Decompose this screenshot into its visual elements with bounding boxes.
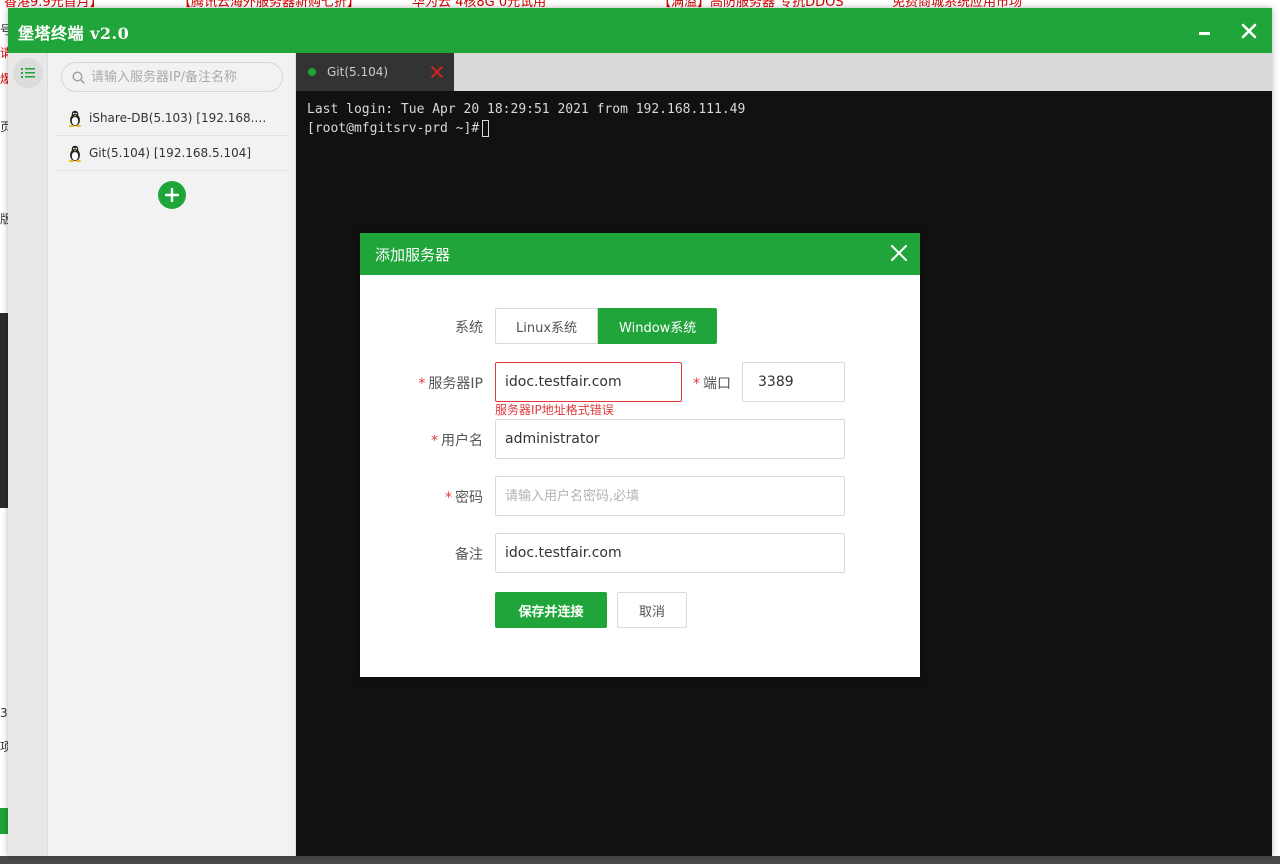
- list-icon: [21, 68, 35, 78]
- banner-link-2[interactable]: 【腾讯云海外服务器新购七折】: [178, 0, 360, 8]
- bg-fragment: 号: [0, 23, 8, 37]
- bg-green-block: [0, 808, 8, 834]
- server-sidebar: iShare-DB(5.103) [192.168.5.103] Git(5.1…: [48, 53, 296, 856]
- close-icon: [1241, 23, 1257, 39]
- bg-fragment: 页: [0, 120, 8, 134]
- connection-status-dot: [308, 68, 316, 76]
- remark-input[interactable]: [495, 533, 845, 573]
- dialog-title: 添加服务器: [375, 245, 451, 264]
- terminal-cursor: [482, 120, 490, 137]
- password-input[interactable]: [495, 476, 845, 516]
- add-server-button[interactable]: [158, 181, 186, 209]
- tab-close-icon[interactable]: [430, 65, 444, 79]
- system-label: 系统: [455, 320, 483, 336]
- icon-strip: [8, 53, 48, 856]
- minimize-icon: [1198, 28, 1210, 35]
- port-label: * 端口: [693, 373, 731, 393]
- ip-label: * 服务器IP: [360, 373, 483, 393]
- add-server-dialog: 添加服务器 系统 Linux系统 Window系统 *服务器IP *端口 服务器…: [360, 233, 920, 677]
- plus-icon: [165, 188, 179, 202]
- password-label: * 密码: [360, 487, 483, 507]
- save-and-connect-button[interactable]: 保存并连接: [495, 592, 607, 628]
- username-label: * 用户名: [360, 430, 483, 450]
- windows-option-button[interactable]: Window系统: [598, 308, 718, 344]
- search-icon: [72, 71, 85, 84]
- minimize-button[interactable]: [1189, 16, 1219, 46]
- ip-label-text: 服务器IP: [428, 376, 483, 392]
- required-mark: *: [418, 376, 426, 392]
- dialog-close-icon[interactable]: [890, 244, 908, 262]
- ip-error-message: 服务器IP地址格式错误: [495, 403, 614, 417]
- bg-dark-block: [0, 313, 8, 508]
- username-label-text: 用户名: [441, 433, 483, 449]
- background-bottom-bar: [0, 856, 1280, 864]
- server-list-menu-button[interactable]: [13, 58, 43, 88]
- system-toggle: Linux系统 Window系统: [495, 308, 718, 344]
- server-item-label: iShare-DB(5.103) [192.168.5.103]: [89, 111, 269, 125]
- linux-icon: [68, 110, 82, 127]
- terminal-prompt-line: [root@mfgitsrv-prd ~]#: [307, 119, 1261, 138]
- tab-git[interactable]: Git(5.104): [296, 53, 454, 91]
- banner-link-5[interactable]: 免费商城系统应用市场: [892, 0, 1022, 8]
- server-item-git[interactable]: Git(5.104) [192.168.5.104]: [56, 136, 288, 171]
- server-list: iShare-DB(5.103) [192.168.5.103] Git(5.1…: [56, 101, 288, 171]
- dialog-header: 添加服务器: [360, 233, 920, 275]
- required-mark: *: [693, 376, 700, 392]
- background-banner: 香港9.9元首月】 【腾讯云海外服务器新购七折】 华为云 4核8G 0元试用 【…: [0, 0, 1280, 8]
- password-label-text: 密码: [455, 490, 483, 506]
- linux-option-button[interactable]: Linux系统: [495, 308, 599, 344]
- server-item-label: Git(5.104) [192.168.5.104]: [89, 146, 252, 160]
- required-mark: *: [431, 433, 438, 449]
- tab-label: Git(5.104): [327, 65, 389, 79]
- username-input[interactable]: [495, 419, 845, 459]
- terminal-line: Last login: Tue Apr 20 18:29:51 2021 fro…: [307, 102, 746, 117]
- search-box[interactable]: [61, 62, 283, 92]
- bg-fragment: 3: [0, 706, 8, 720]
- port-label-text: 端口: [703, 376, 731, 392]
- server-search-input[interactable]: [91, 69, 276, 85]
- remark-label: 备注: [455, 547, 483, 563]
- bg-fragment: 项: [0, 740, 8, 754]
- server-item-ishare-db[interactable]: iShare-DB(5.103) [192.168.5.103]: [56, 101, 288, 136]
- cancel-button[interactable]: 取消: [617, 592, 687, 628]
- required-mark: *: [445, 490, 452, 506]
- background-left-strip: 号 请 爆 页 版 3 项: [0, 8, 8, 856]
- linux-icon: [68, 145, 82, 162]
- window-close-button[interactable]: [1234, 16, 1264, 46]
- terminal-prompt: [root@mfgitsrv-prd ~]#: [307, 121, 480, 136]
- port-input[interactable]: [742, 362, 845, 402]
- server-ip-input[interactable]: [495, 362, 682, 402]
- banner-link-4[interactable]: 【满溢】高防服务器 专抗DDOS: [658, 0, 844, 8]
- window-title: 堡塔终端 v2.0: [18, 24, 130, 43]
- terminal-tab-bar: Git(5.104): [296, 53, 1272, 91]
- bg-fragment: 爆: [0, 72, 8, 86]
- bg-fragment: 版: [0, 212, 8, 226]
- banner-link-3[interactable]: 华为云 4核8G 0元试用: [412, 0, 546, 8]
- banner-link-1[interactable]: 香港9.9元首月】: [4, 0, 103, 8]
- bg-fragment: 请: [0, 46, 8, 60]
- title-bar[interactable]: 堡塔终端 v2.0: [8, 8, 1272, 53]
